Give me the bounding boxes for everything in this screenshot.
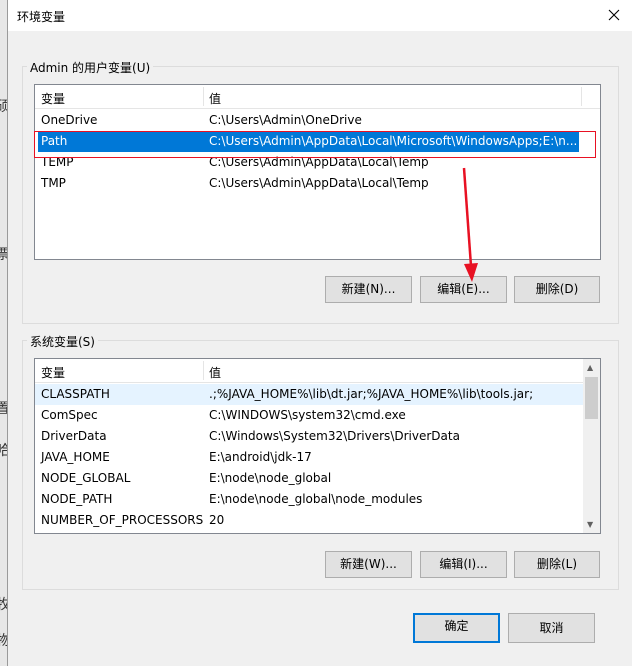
list-item[interactable]: NODE_PATH E:\node\node_global\node_modul… — [35, 489, 583, 510]
list-item[interactable]: NODE_GLOBAL E:\node\node_global — [35, 468, 583, 489]
column-header-variable[interactable]: 变量 — [41, 90, 65, 107]
system-vars-group-label: 系统变量(S) — [27, 333, 98, 350]
system-vars-scrollbar[interactable]: ▲ ▼ — [583, 359, 600, 533]
system-vars-list[interactable]: 变量 值 CLASSPATH .;%JAVA_HOME%\lib\dt.jar;… — [34, 358, 601, 534]
scroll-up-arrow-icon[interactable]: ▲ — [587, 363, 593, 372]
ok-button[interactable]: 确定 — [413, 613, 500, 643]
var-value: .;%JAVA_HOME%\lib\dt.jar;%JAVA_HOME%\lib… — [209, 387, 534, 401]
close-button[interactable] — [602, 4, 626, 26]
scroll-down-arrow-icon[interactable]: ▼ — [587, 520, 593, 529]
var-name: OneDrive — [41, 113, 98, 127]
var-value: C:\Windows\System32\Drivers\DriverData — [209, 429, 460, 443]
list-item[interactable]: ComSpec C:\WINDOWS\system32\cmd.exe — [35, 405, 583, 426]
user-delete-button[interactable]: 删除(D) — [514, 276, 600, 303]
background-window-strip: 硕 票 置 哈 牧 物 — [0, 0, 10, 666]
dialog-title: 环境变量 — [17, 10, 66, 24]
list-item[interactable]: NUMBER_OF_PROCESSORS 20 — [35, 510, 583, 531]
var-name: CLASSPATH — [41, 387, 110, 401]
var-name: NUMBER_OF_PROCESSORS — [41, 513, 204, 527]
list-item[interactable]: TMP C:\Users\Admin\AppData\Local\Temp — [35, 173, 579, 194]
var-value: E:\android\jdk-17 — [209, 450, 312, 464]
user-vars-list-header: 变量 值 — [35, 85, 600, 109]
system-new-button[interactable]: 新建(W)... — [325, 551, 412, 578]
list-item[interactable]: DriverData C:\Windows\System32\Drivers\D… — [35, 426, 583, 447]
var-value: C:\Users\Admin\OneDrive — [209, 113, 362, 127]
list-item[interactable]: JAVA_HOME E:\android\jdk-17 — [35, 447, 583, 468]
column-header-value[interactable]: 值 — [209, 364, 221, 381]
env-vars-dialog: 环境变量 Admin 的用户变量(U) 变量 值 OneDrive C:\Use… — [7, 0, 632, 666]
scrollbar-thumb[interactable] — [585, 377, 598, 419]
var-value: E:\node\node_global\node_modules — [209, 492, 423, 506]
var-name: ComSpec — [41, 408, 98, 422]
list-item[interactable]: OneDrive C:\Users\Admin\OneDrive — [35, 110, 579, 131]
var-name: NODE_GLOBAL — [41, 471, 131, 485]
var-value: C:\Users\Admin\AppData\Local\Temp — [209, 176, 429, 190]
user-vars-list[interactable]: 变量 值 OneDrive C:\Users\Admin\OneDrive Pa… — [34, 84, 601, 260]
column-header-value[interactable]: 值 — [209, 90, 221, 107]
var-name: TMP — [41, 176, 66, 190]
user-vars-group-label: Admin 的用户变量(U) — [27, 59, 154, 76]
user-new-button[interactable]: 新建(N)... — [325, 276, 412, 303]
var-value: E:\node\node_global — [209, 471, 332, 485]
title-bar[interactable]: 环境变量 — [8, 0, 632, 31]
column-header-variable[interactable]: 变量 — [41, 364, 65, 381]
list-item[interactable]: CLASSPATH .;%JAVA_HOME%\lib\dt.jar;%JAVA… — [35, 384, 583, 405]
column-separator[interactable] — [203, 87, 204, 106]
system-delete-button[interactable]: 删除(L) — [514, 551, 600, 578]
close-icon — [608, 9, 620, 21]
var-name: DriverData — [41, 429, 107, 443]
column-separator[interactable] — [203, 361, 204, 380]
var-name: NODE_PATH — [41, 492, 113, 506]
cancel-button[interactable]: 取消 — [508, 613, 595, 643]
var-name: JAVA_HOME — [41, 450, 110, 464]
system-vars-list-header: 变量 值 — [35, 359, 583, 383]
annotation-highlight-box — [34, 131, 596, 158]
system-edit-button[interactable]: 编辑(I)... — [420, 551, 507, 578]
var-value: 20 — [209, 513, 225, 527]
user-edit-button[interactable]: 编辑(E)... — [420, 276, 507, 303]
column-separator[interactable] — [581, 87, 582, 106]
var-value: C:\WINDOWS\system32\cmd.exe — [209, 408, 406, 422]
